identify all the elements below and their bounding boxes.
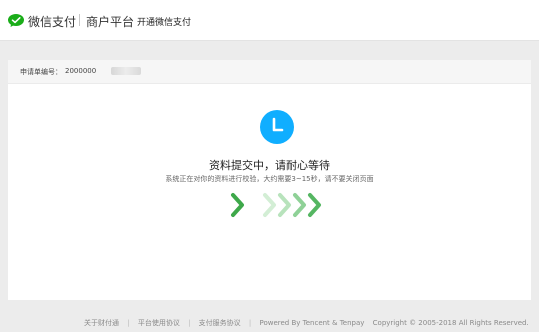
clock-icon	[260, 110, 294, 144]
footer-powered-by: Powered By Tencent & Tenpay	[259, 319, 365, 327]
progress-arrow-icon	[293, 193, 306, 217]
top-bar: 微信支付 商户平台 开通微信支付	[0, 0, 539, 41]
open-wechat-pay-link[interactable]: 开通微信支付	[137, 15, 191, 28]
status-description: 系统正在对你的资料进行校验，大约需要3~15秒，请不要关闭页面	[165, 175, 374, 183]
brand-name[interactable]: 微信支付	[28, 13, 76, 30]
footer-link-about-tenpay[interactable]: 关于财付通	[84, 319, 119, 327]
footer-link-platform-agreement[interactable]: 平台使用协议	[138, 319, 180, 327]
platform-name[interactable]: 商户平台	[86, 13, 134, 30]
progress-arrow-icon	[278, 193, 291, 217]
application-number-bar: 申请单编号： 2000000	[8, 60, 531, 84]
footer-separator: |	[188, 319, 191, 327]
footer-separator: |	[127, 319, 130, 327]
progress-arrows	[231, 193, 321, 217]
wechat-pay-logo-icon[interactable]	[8, 14, 24, 27]
footer-copyright: Copyright © 2005-2018 All Rights Reserve…	[372, 319, 529, 327]
status-title: 资料提交中，请耐心等待	[209, 159, 330, 172]
progress-arrow-icon	[308, 193, 321, 217]
redacted-number-mask	[111, 67, 141, 75]
footer: 关于财付通 | 平台使用协议 | 支付服务协议 | Powered By Ten…	[84, 318, 529, 328]
application-number-label: 申请单编号：	[20, 68, 62, 76]
submission-status-card: 申请单编号： 2000000 资料提交中，请耐心等待 系统正在对你的资料进行校验…	[8, 60, 531, 300]
progress-arrow-icon	[231, 193, 244, 217]
application-number-value: 2000000	[65, 67, 97, 75]
header-divider	[79, 14, 80, 26]
progress-arrow-icon	[263, 193, 276, 217]
footer-separator: |	[248, 319, 252, 327]
footer-link-payment-agreement[interactable]: 支付服务协议	[199, 319, 241, 327]
